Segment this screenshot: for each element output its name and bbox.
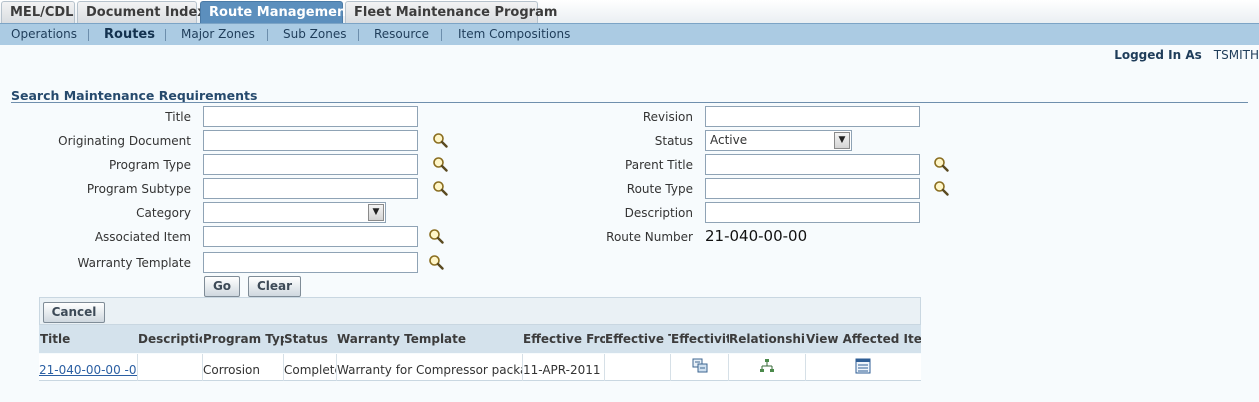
column-header-program-type[interactable]: Program Type bbox=[203, 325, 284, 353]
category-select[interactable]: ▼ bbox=[203, 202, 386, 223]
cancel-button[interactable]: Cancel bbox=[43, 302, 105, 323]
column-header-status[interactable]: Status bbox=[284, 325, 336, 353]
cell-description bbox=[138, 354, 203, 381]
category-label: Category bbox=[136, 206, 191, 220]
logged-in-label: Logged In As bbox=[1114, 48, 1202, 62]
search-icon[interactable] bbox=[933, 156, 949, 172]
search-icon[interactable] bbox=[428, 228, 444, 244]
table-row: 21-040-00-00 -01 Corrosion Complete Warr… bbox=[39, 354, 921, 381]
cell-effectivity bbox=[671, 354, 729, 381]
title-input[interactable] bbox=[203, 106, 418, 127]
go-button[interactable]: Go bbox=[204, 276, 240, 297]
route-type-label: Route Type bbox=[626, 182, 693, 196]
cell-warranty-template: Warranty for Compressor package bbox=[337, 354, 523, 381]
title-link[interactable]: 21-040-00-00 -01 bbox=[39, 363, 137, 377]
revision-label: Revision bbox=[642, 110, 693, 124]
tab-mel-cdl[interactable]: MEL/CDL bbox=[1, 1, 75, 23]
search-icon[interactable] bbox=[428, 254, 444, 270]
section-divider bbox=[11, 102, 1248, 103]
table-header: Title Description Program Type Status Wa… bbox=[39, 325, 921, 353]
status-label: Status bbox=[654, 134, 693, 148]
clear-button[interactable]: Clear bbox=[248, 276, 301, 297]
subnav-major-zones[interactable]: Major Zones bbox=[181, 24, 255, 46]
section-title: Search Maintenance Requirements bbox=[11, 88, 258, 103]
cell-effective-to bbox=[605, 354, 671, 381]
program-subtype-input[interactable] bbox=[203, 178, 418, 199]
parent-title-input[interactable] bbox=[705, 154, 920, 175]
subnav-separator bbox=[88, 29, 89, 41]
sub-navigation: Operations Routes Major Zones Sub Zones … bbox=[0, 23, 1259, 46]
column-header-relationships: Relationships bbox=[729, 332, 806, 346]
description-input[interactable] bbox=[705, 202, 920, 223]
results-table: Cancel Title Description Program Type St… bbox=[39, 297, 921, 382]
program-type-label: Program Type bbox=[108, 158, 191, 172]
cell-title: 21-040-00-00 -01 bbox=[39, 354, 138, 381]
relationships-icon[interactable] bbox=[759, 358, 775, 374]
tab-bar: MEL/CDL Document Index Route Management … bbox=[0, 0, 1259, 24]
search-icon[interactable] bbox=[432, 156, 448, 172]
route-type-input[interactable] bbox=[705, 178, 920, 199]
tab-route-management[interactable]: Route Management bbox=[200, 1, 352, 23]
results-toolbar: Cancel bbox=[39, 297, 921, 325]
column-header-view-affected-items: View Affected Items bbox=[806, 332, 921, 346]
subnav-separator bbox=[441, 29, 442, 41]
subnav-resource[interactable]: Resource bbox=[374, 24, 429, 46]
column-header-warranty-template[interactable]: Warranty Template bbox=[337, 325, 521, 353]
cell-status: Complete bbox=[284, 354, 337, 381]
status-select-value: Active bbox=[710, 133, 748, 147]
subnav-separator bbox=[267, 29, 268, 41]
warranty-template-label: Warranty Template bbox=[77, 256, 191, 270]
cell-program-type: Corrosion bbox=[203, 354, 284, 381]
program-type-input[interactable] bbox=[203, 154, 418, 175]
route-number-value: 21-040-00-00 bbox=[705, 227, 808, 245]
search-icon[interactable] bbox=[933, 180, 949, 196]
subnav-routes[interactable]: Routes bbox=[104, 24, 155, 46]
logged-in-user: TSMITH bbox=[1213, 48, 1259, 62]
cell-view-affected-items bbox=[806, 354, 921, 381]
program-subtype-label: Program Subtype bbox=[86, 182, 191, 196]
tab-document-index[interactable]: Document Index bbox=[77, 1, 206, 23]
subnav-sub-zones[interactable]: Sub Zones bbox=[283, 24, 346, 46]
subnav-item-compositions[interactable]: Item Compositions bbox=[458, 24, 570, 46]
originating-document-input[interactable] bbox=[203, 130, 418, 151]
cell-relationships bbox=[729, 354, 806, 381]
search-icon[interactable] bbox=[432, 132, 448, 148]
column-header-effective-from[interactable]: Effective From bbox=[523, 325, 605, 353]
logged-in-info: Logged In As TSMITH bbox=[1114, 47, 1259, 63]
column-header-effectivity: Effectivity bbox=[671, 332, 729, 346]
revision-input[interactable] bbox=[705, 106, 920, 127]
associated-item-input[interactable] bbox=[203, 226, 418, 247]
tab-fleet-maintenance-program[interactable]: Fleet Maintenance Program bbox=[345, 1, 557, 23]
search-icon[interactable] bbox=[432, 180, 448, 196]
cell-effective-from: 11-APR-2011 bbox=[523, 354, 605, 381]
column-header-title[interactable]: Title bbox=[40, 325, 136, 353]
description-label: Description bbox=[624, 206, 693, 220]
subnav-separator bbox=[165, 29, 166, 41]
column-header-effective-to[interactable]: Effective To bbox=[605, 325, 671, 353]
subnav-operations[interactable]: Operations bbox=[11, 24, 77, 46]
parent-title-label: Parent Title bbox=[625, 158, 693, 172]
warranty-template-input[interactable] bbox=[203, 252, 418, 273]
chevron-down-icon[interactable]: ▼ bbox=[834, 132, 850, 149]
chevron-down-icon[interactable]: ▼ bbox=[368, 204, 384, 221]
column-header-description[interactable]: Description bbox=[138, 325, 202, 353]
subnav-separator bbox=[358, 29, 359, 41]
originating-document-label: Originating Document bbox=[58, 134, 191, 148]
associated-item-label: Associated Item bbox=[94, 230, 191, 244]
title-label: Title bbox=[165, 110, 191, 124]
status-select[interactable]: Active ▼ bbox=[705, 130, 852, 151]
route-number-label: Route Number bbox=[606, 230, 693, 244]
view-items-icon[interactable] bbox=[855, 358, 871, 374]
effectivity-icon[interactable] bbox=[692, 358, 708, 374]
